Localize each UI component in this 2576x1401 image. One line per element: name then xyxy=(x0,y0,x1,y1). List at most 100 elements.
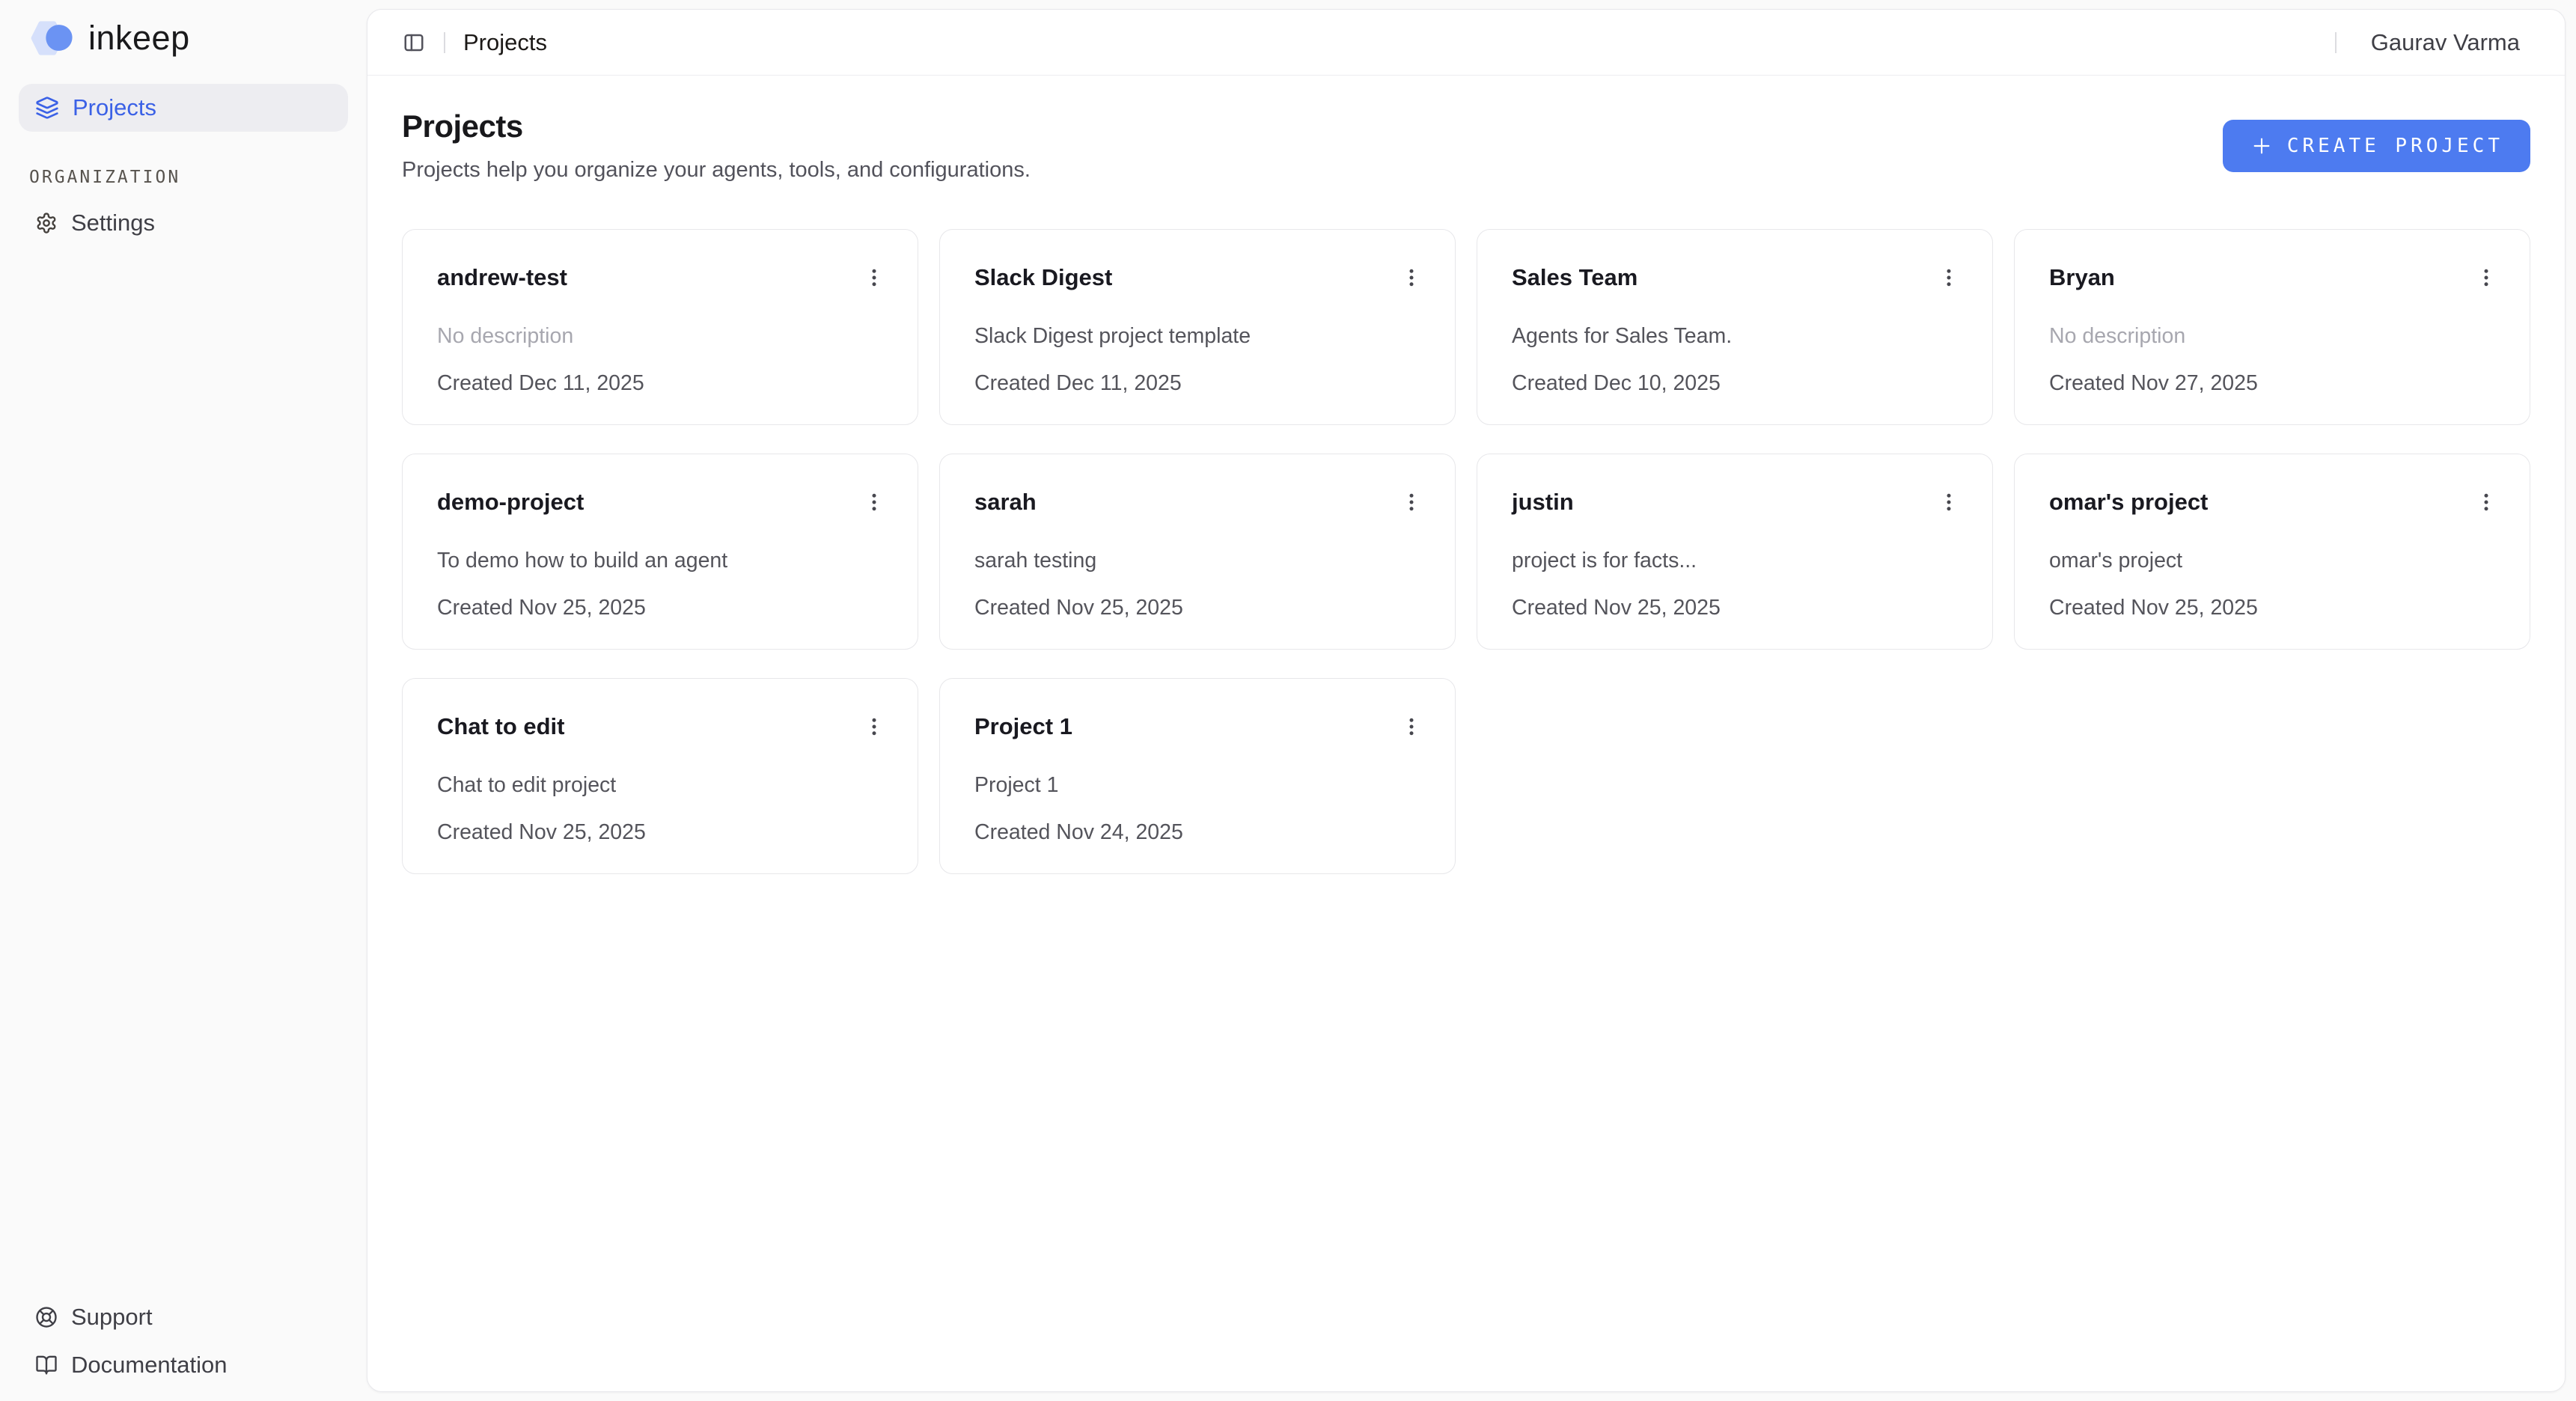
project-card-header: Project 1 xyxy=(974,710,1420,743)
page-title: Projects xyxy=(402,109,1031,144)
project-card[interactable]: omar's project omar's project Created No… xyxy=(2014,454,2530,650)
kebab-icon xyxy=(863,715,885,738)
project-card[interactable]: Slack Digest Slack Digest project templa… xyxy=(939,229,1456,425)
lifebuoy-icon xyxy=(35,1306,58,1328)
topbar-divider xyxy=(2335,32,2337,53)
project-name: Chat to edit xyxy=(437,713,565,740)
project-card[interactable]: sarah sarah testing Created Nov 25, 2025 xyxy=(939,454,1456,650)
sidebar: inkeep Projects ORGANIZATION Settings xyxy=(0,0,367,1401)
project-description: To demo how to build an agent xyxy=(437,549,883,573)
page-header-text: Projects Projects help you organize your… xyxy=(402,109,1031,183)
project-name: Bryan xyxy=(2049,264,2115,291)
project-menu-button[interactable] xyxy=(2470,261,2503,294)
project-card[interactable]: Project 1 Project 1 Created Nov 24, 2025 xyxy=(939,678,1456,874)
topbar: Projects Gaurav Varma xyxy=(367,10,2565,76)
project-description: No description xyxy=(437,324,883,349)
sidebar-item-projects[interactable]: Projects xyxy=(19,84,348,132)
project-menu-button[interactable] xyxy=(1395,261,1428,294)
gear-icon xyxy=(35,212,58,234)
project-description: Project 1 xyxy=(974,773,1420,798)
project-created: Created Dec 11, 2025 xyxy=(974,371,1420,396)
project-created: Created Nov 25, 2025 xyxy=(1512,596,1958,620)
project-card[interactable]: Sales Team Agents for Sales Team. Create… xyxy=(1477,229,1993,425)
project-menu-button[interactable] xyxy=(1932,261,1965,294)
kebab-icon xyxy=(1400,266,1423,289)
sidebar-section-organization: ORGANIZATION xyxy=(29,168,348,187)
project-description: Chat to edit project xyxy=(437,773,883,798)
plus-icon xyxy=(2250,134,2274,158)
create-project-button[interactable]: Create Project xyxy=(2223,120,2530,172)
project-card[interactable]: Chat to edit Chat to edit project Create… xyxy=(402,678,918,874)
page-header: Projects Projects help you organize your… xyxy=(402,109,2530,183)
logo-link[interactable]: inkeep xyxy=(30,18,348,58)
sidebar-footer: Support Documentation xyxy=(19,1293,348,1389)
kebab-icon xyxy=(863,266,885,289)
project-menu-button[interactable] xyxy=(858,486,891,519)
project-description: Agents for Sales Team. xyxy=(1512,324,1958,349)
sidebar-item-support[interactable]: Support xyxy=(19,1293,348,1341)
sidebar-item-documentation[interactable]: Documentation xyxy=(19,1341,348,1389)
project-description: sarah testing xyxy=(974,549,1420,573)
project-card-header: Chat to edit xyxy=(437,710,883,743)
project-name: omar's project xyxy=(2049,489,2208,516)
project-menu-button[interactable] xyxy=(2470,486,2503,519)
breadcrumb: Projects xyxy=(463,29,547,56)
kebab-icon xyxy=(1400,491,1423,513)
project-name: sarah xyxy=(974,489,1037,516)
project-created: Created Nov 25, 2025 xyxy=(437,596,883,620)
create-project-label: Create Project xyxy=(2287,135,2503,157)
project-card-header: sarah xyxy=(974,486,1420,519)
project-name: Slack Digest xyxy=(974,264,1112,291)
main-panel: Projects Gaurav Varma Projects Projects … xyxy=(367,9,2566,1392)
project-card-header: Slack Digest xyxy=(974,261,1420,294)
project-card[interactable]: justin project is for facts... Created N… xyxy=(1477,454,1993,650)
sidebar-item-label: Documentation xyxy=(71,1352,228,1379)
project-created: Created Nov 25, 2025 xyxy=(974,596,1420,620)
project-menu-button[interactable] xyxy=(858,261,891,294)
project-name: justin xyxy=(1512,489,1574,516)
topbar-divider xyxy=(444,32,445,53)
user-menu-button[interactable]: Gaurav Varma xyxy=(2371,29,2520,56)
page-content: Projects Projects help you organize your… xyxy=(367,76,2565,1391)
brand-wordmark: inkeep xyxy=(88,19,190,58)
project-name: Project 1 xyxy=(974,713,1072,740)
project-card-header: justin xyxy=(1512,486,1958,519)
book-open-icon xyxy=(35,1354,58,1376)
project-name: Sales Team xyxy=(1512,264,1638,291)
project-card-header: Sales Team xyxy=(1512,261,1958,294)
sidebar-item-label: Settings xyxy=(71,210,155,236)
project-created: Created Nov 25, 2025 xyxy=(437,820,883,845)
project-card[interactable]: Bryan No description Created Nov 27, 202… xyxy=(2014,229,2530,425)
page-subtitle: Projects help you organize your agents, … xyxy=(402,158,1031,183)
project-name: andrew-test xyxy=(437,264,567,291)
project-menu-button[interactable] xyxy=(1395,710,1428,743)
sidebar-item-label: Support xyxy=(71,1304,153,1331)
project-card[interactable]: andrew-test No description Created Dec 1… xyxy=(402,229,918,425)
project-menu-button[interactable] xyxy=(1395,486,1428,519)
project-created: Created Nov 24, 2025 xyxy=(974,820,1420,845)
project-card[interactable]: demo-project To demo how to build an age… xyxy=(402,454,918,650)
inkeep-logo-icon xyxy=(30,18,76,58)
project-description: Slack Digest project template xyxy=(974,324,1420,349)
project-menu-button[interactable] xyxy=(858,710,891,743)
kebab-icon xyxy=(1400,715,1423,738)
kebab-icon xyxy=(2475,491,2497,513)
kebab-icon xyxy=(2475,266,2497,289)
kebab-icon xyxy=(863,491,885,513)
project-description: project is for facts... xyxy=(1512,549,1958,573)
sidebar-toggle-button[interactable] xyxy=(397,26,430,59)
topbar-right: Gaurav Varma xyxy=(2335,29,2520,56)
project-card-header: andrew-test xyxy=(437,261,883,294)
panel-left-icon xyxy=(403,31,425,54)
project-created: Created Dec 10, 2025 xyxy=(1512,371,1958,396)
layers-icon xyxy=(35,96,59,120)
sidebar-item-label: Projects xyxy=(73,94,156,121)
kebab-icon xyxy=(1938,266,1960,289)
projects-grid: andrew-test No description Created Dec 1… xyxy=(402,229,2530,874)
project-description: omar's project xyxy=(2049,549,2495,573)
project-description: No description xyxy=(2049,324,2495,349)
project-menu-button[interactable] xyxy=(1932,486,1965,519)
project-created: Created Nov 27, 2025 xyxy=(2049,371,2495,396)
project-card-header: omar's project xyxy=(2049,486,2495,519)
sidebar-item-settings[interactable]: Settings xyxy=(19,199,348,247)
